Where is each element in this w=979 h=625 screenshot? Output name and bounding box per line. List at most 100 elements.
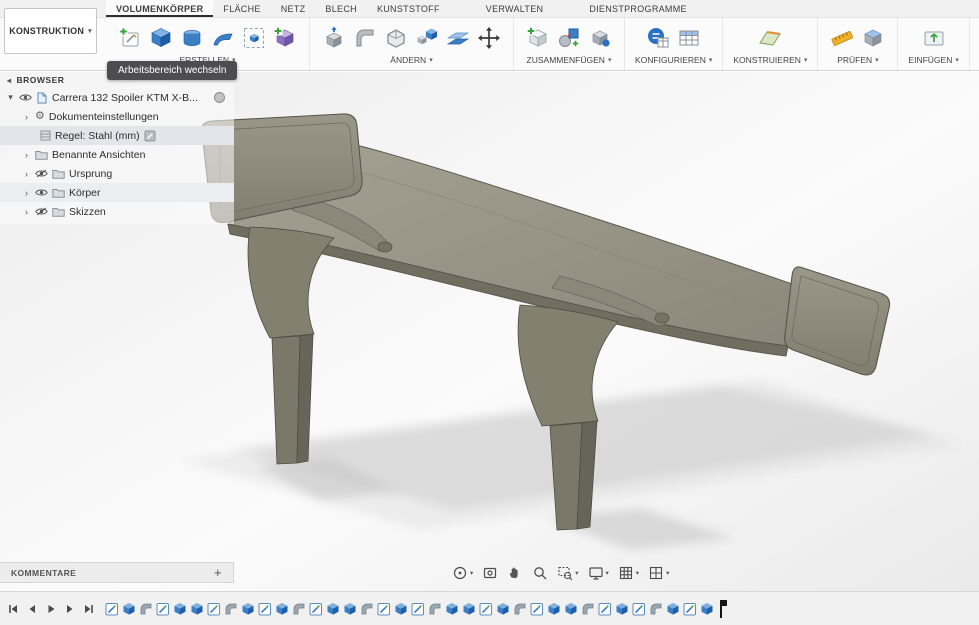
timeline-feature-fillet-icon[interactable] <box>581 602 595 616</box>
aendern-menu[interactable]: ÄNDERN ▾ <box>390 55 432 65</box>
timeline-feature-extrude-icon[interactable] <box>190 602 204 616</box>
look-at-button[interactable] <box>482 565 498 581</box>
timeline-feature-fillet-icon[interactable] <box>224 602 238 616</box>
construction-plane-button[interactable] <box>756 23 784 53</box>
timeline-feature-extrude-icon[interactable] <box>275 602 289 616</box>
panel-collapse-icon[interactable]: ◂ <box>7 76 12 85</box>
combine-button[interactable] <box>413 23 441 53</box>
browser-row-units-rule[interactable]: Regel: Stahl (mm) <box>0 126 234 145</box>
tree-collapsed-icon[interactable]: › <box>22 169 31 179</box>
visibility-eye-icon[interactable] <box>19 93 32 102</box>
timeline-feature-fillet-icon[interactable] <box>428 602 442 616</box>
move-copy-button[interactable] <box>475 23 503 53</box>
timeline-feature-sketch-icon[interactable] <box>530 602 544 616</box>
orbit-button[interactable]: ▾ <box>452 565 473 581</box>
revolve-button[interactable] <box>178 23 206 53</box>
tab-volumenkoerper[interactable]: VOLUMENKÖRPER <box>106 0 213 17</box>
workspace-selector-button[interactable]: KONSTRUKTION ▾ <box>4 8 97 54</box>
timeline-feature-sketch-icon[interactable] <box>632 602 646 616</box>
grid-settings-button[interactable]: ▾ <box>618 565 639 581</box>
measure-button[interactable] <box>828 23 856 53</box>
zoom-button[interactable] <box>532 565 548 581</box>
tree-collapsed-icon[interactable]: › <box>22 188 31 198</box>
zusammenfuegen-menu[interactable]: ZUSAMMENFÜGEN ▾ <box>527 55 612 65</box>
insert-button[interactable] <box>920 23 948 53</box>
tab-netz[interactable]: NETZ <box>271 0 316 17</box>
konfigurieren-menu[interactable]: KONFIGURIEREN ▾ <box>635 55 712 65</box>
browser-row-named-views[interactable]: › Benannte Ansichten <box>0 145 234 164</box>
tab-blech[interactable]: BLECH <box>315 0 367 17</box>
viewports-button[interactable]: ▾ <box>648 565 669 581</box>
timeline-feature-extrude-icon[interactable] <box>547 602 561 616</box>
tree-collapsed-icon[interactable]: › <box>22 207 31 217</box>
configure-button[interactable] <box>644 23 672 53</box>
timeline-feature-extrude-icon[interactable] <box>496 602 510 616</box>
timeline-feature-fillet-icon[interactable] <box>139 602 153 616</box>
timeline-playhead[interactable] <box>720 600 722 618</box>
pan-hand-button[interactable] <box>507 565 523 581</box>
timeline-skip-end-button[interactable] <box>83 603 95 615</box>
tab-kunststoff[interactable]: KUNSTSTOFF <box>367 0 450 17</box>
tab-flaeche[interactable]: FLÄCHE <box>213 0 270 17</box>
visibility-eye-off-icon[interactable] <box>35 169 48 178</box>
create-form-button[interactable] <box>271 23 299 53</box>
zoom-window-button[interactable]: ▾ <box>557 565 578 581</box>
browser-row-origin[interactable]: › Ursprung <box>0 164 234 183</box>
timeline-feature-extrude-icon[interactable] <box>173 602 187 616</box>
display-settings-button[interactable]: ▾ <box>588 565 609 581</box>
timeline-feature-fillet-icon[interactable] <box>292 602 306 616</box>
timeline-feature-extrude-icon[interactable] <box>666 602 680 616</box>
timeline-feature-extrude-icon[interactable] <box>700 602 714 616</box>
tree-collapsed-icon[interactable]: › <box>22 150 31 160</box>
timeline-feature-sketch-icon[interactable] <box>309 602 323 616</box>
add-comment-button[interactable]: + <box>214 565 222 580</box>
tab-verwalten[interactable]: VERWALTEN <box>476 0 554 17</box>
offset-face-button[interactable] <box>444 23 472 53</box>
timeline-feature-sketch-icon[interactable] <box>258 602 272 616</box>
timeline-feature-sketch-icon[interactable] <box>156 602 170 616</box>
browser-row-bodies[interactable]: › Körper <box>0 183 234 202</box>
fillet-button[interactable] <box>351 23 379 53</box>
timeline-feature-sketch-icon[interactable] <box>479 602 493 616</box>
timeline-feature-extrude-icon[interactable] <box>445 602 459 616</box>
timeline-feature-sketch-icon[interactable] <box>683 602 697 616</box>
new-component-button[interactable] <box>524 23 552 53</box>
timeline-play-button[interactable] <box>45 603 57 615</box>
timeline-feature-sketch-icon[interactable] <box>105 602 119 616</box>
extrude-button[interactable] <box>147 23 175 53</box>
configuration-table-button[interactable] <box>675 23 703 53</box>
tree-expand-icon[interactable]: ▾ <box>6 92 15 103</box>
timeline-feature-extrude-icon[interactable] <box>241 602 255 616</box>
einfuegen-menu[interactable]: EINFÜGEN ▾ <box>908 55 958 65</box>
change-rule-icon[interactable] <box>144 130 156 142</box>
timeline-feature-extrude-icon[interactable] <box>343 602 357 616</box>
section-analysis-button[interactable] <box>859 23 887 53</box>
shell-button[interactable] <box>382 23 410 53</box>
pruefen-menu[interactable]: PRÜFEN ▾ <box>837 55 878 65</box>
timeline-skip-start-button[interactable] <box>7 603 19 615</box>
konstruieren-menu[interactable]: KONSTRUIEREN ▾ <box>733 55 807 65</box>
timeline-feature-extrude-icon[interactable] <box>564 602 578 616</box>
timeline-feature-sketch-icon[interactable] <box>598 602 612 616</box>
create-sketch-button[interactable] <box>116 23 144 53</box>
as-built-joint-button[interactable] <box>586 23 614 53</box>
timeline-feature-extrude-icon[interactable] <box>462 602 476 616</box>
timeline-feature-fillet-icon[interactable] <box>360 602 374 616</box>
timeline-feature-extrude-icon[interactable] <box>122 602 136 616</box>
timeline-feature-sketch-icon[interactable] <box>207 602 221 616</box>
browser-row-document-root[interactable]: ▾ Carrera 132 Spoiler KTM X-B... <box>0 88 234 107</box>
timeline-feature-fillet-icon[interactable] <box>649 602 663 616</box>
timeline-step-forward-button[interactable] <box>64 603 76 615</box>
visibility-eye-off-icon[interactable] <box>35 207 48 216</box>
sweep-button[interactable] <box>209 23 237 53</box>
browser-row-document-settings[interactable]: › ⚙ Dokumenteinstellungen <box>0 107 234 126</box>
browser-row-sketches[interactable]: › Skizzen <box>0 202 234 221</box>
comments-bar[interactable]: KOMMENTARE + <box>0 562 234 583</box>
timeline-feature-extrude-icon[interactable] <box>394 602 408 616</box>
left-strut[interactable] <box>248 227 334 464</box>
joint-button[interactable] <box>555 23 583 53</box>
tree-collapsed-icon[interactable]: › <box>22 112 31 122</box>
pattern-button[interactable] <box>240 23 268 53</box>
timeline-feature-extrude-icon[interactable] <box>615 602 629 616</box>
press-pull-button[interactable] <box>320 23 348 53</box>
